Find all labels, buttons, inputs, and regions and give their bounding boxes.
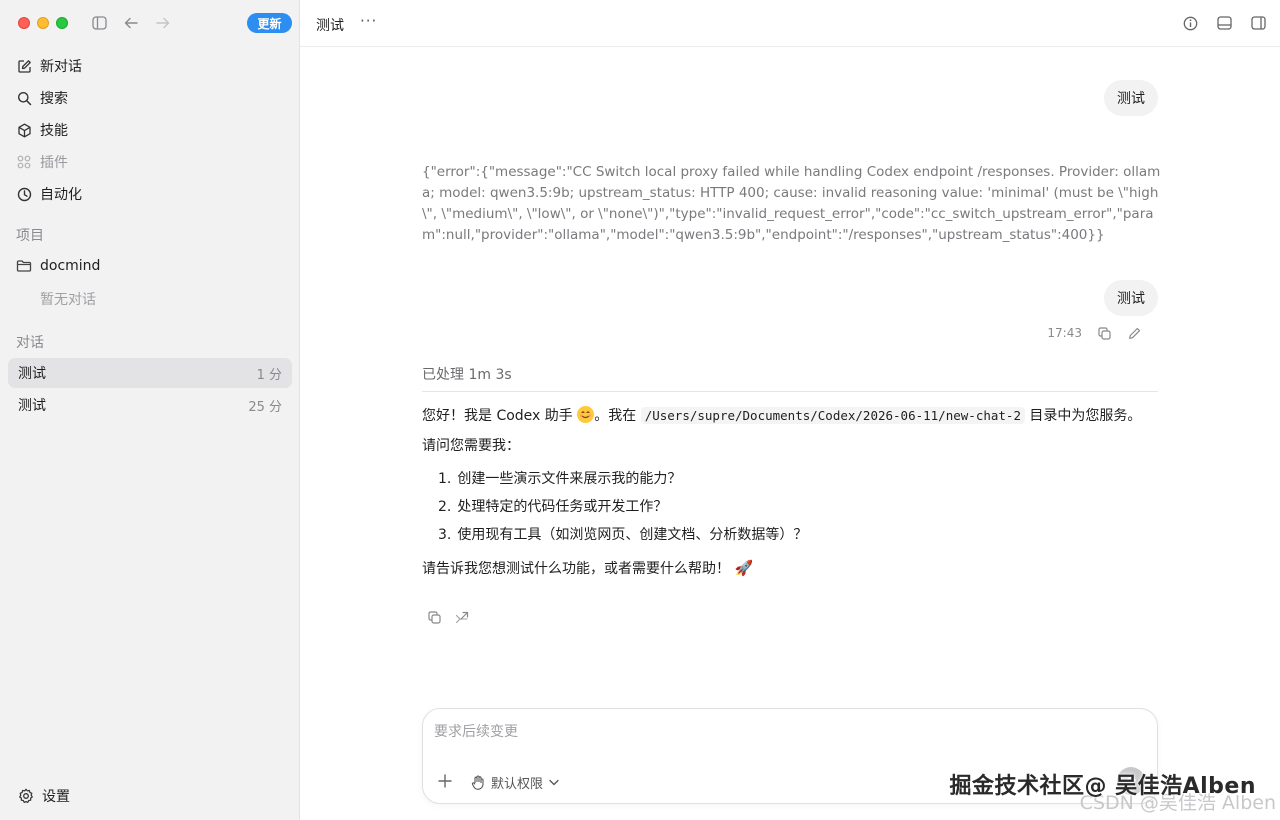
- copy-icon[interactable]: [1096, 325, 1112, 341]
- reply-list: 1. 创建一些演示文件来展示我的能力？ 2. 处理特定的代码任务或开发工作？ 3. 使…: [422, 465, 1158, 549]
- project-docmind[interactable]: docmind: [16, 256, 100, 276]
- user-message-bubble: 测试: [1104, 280, 1158, 316]
- list-number: 1.: [438, 471, 452, 487]
- close-window-button[interactable]: [18, 17, 30, 29]
- back-arrow-icon[interactable]: [122, 14, 140, 32]
- project-empty-note: 暂无对话: [40, 292, 96, 308]
- cube-icon: [16, 122, 32, 138]
- reply-text: 您好！我是 Codex 助手: [422, 408, 578, 424]
- main-panel: 测试 ··· 测试 {"error":{"message":"CC Switch…: [300, 0, 1280, 820]
- settings-button[interactable]: 设置: [18, 786, 70, 806]
- info-icon[interactable]: [1182, 15, 1198, 31]
- permission-selector[interactable]: 默认权限: [471, 773, 559, 792]
- divider: [422, 391, 1158, 392]
- message-time: 17:43: [1047, 326, 1082, 340]
- conversation-time: 1 分: [256, 367, 282, 383]
- list-text: 使用现有工具（如浏览网页、创建文档、分析数据等）？: [457, 527, 808, 543]
- share-icon[interactable]: [454, 609, 470, 625]
- watermark-primary: 掘金技术社区@ 吴佳浩Alben: [949, 774, 1256, 799]
- nav-skills[interactable]: 技能: [8, 114, 292, 146]
- message-meta: 17:43: [1047, 325, 1142, 341]
- search-icon: [16, 90, 32, 106]
- terminal-panel-icon[interactable]: [1216, 15, 1232, 31]
- list-text: 创建一些演示文件来展示我的能力？: [457, 471, 682, 487]
- nav-label: 插件: [40, 155, 68, 171]
- nav-label: 新对话: [40, 59, 82, 75]
- update-button[interactable]: 更新: [247, 13, 292, 33]
- conversation-title: 测试: [18, 398, 46, 414]
- conversation-title: 测试: [18, 366, 46, 382]
- list-text: 处理特定的代码任务或开发工作？: [457, 499, 668, 515]
- path-code: /Users/supre/Documents/Codex/2026-06-11/…: [640, 407, 1025, 424]
- reply-ask: 请问您需要我：: [422, 438, 520, 454]
- nav-automation[interactable]: 自动化: [8, 178, 292, 210]
- header: 测试 ···: [300, 0, 1280, 47]
- grid-icon: [16, 154, 32, 170]
- project-name: docmind: [40, 258, 101, 274]
- conversation-item[interactable]: 测试 1 分: [8, 358, 292, 388]
- nav-search[interactable]: 搜索: [8, 82, 292, 114]
- side-panel-icon[interactable]: [1250, 15, 1266, 31]
- edit-icon[interactable]: [1126, 325, 1142, 341]
- gear-icon: [18, 788, 34, 804]
- rocket-emoji-icon: 🚀: [734, 559, 754, 577]
- header-actions: [1182, 15, 1266, 31]
- reply-actions: [426, 609, 470, 625]
- reply-text: 目录中为您服务。: [1024, 408, 1142, 424]
- page-title: 测试: [316, 18, 344, 34]
- conversation-item[interactable]: 测试 25 分: [8, 390, 292, 420]
- minimize-window-button[interactable]: [37, 17, 49, 29]
- conversation-time: 25 分: [248, 399, 282, 415]
- list-number: 3.: [438, 527, 452, 543]
- more-options-button[interactable]: ···: [360, 12, 377, 30]
- reply-closing: 请告诉我您想测试什么功能，或者需要什么帮助！ 🚀: [422, 557, 1158, 580]
- projects-section-label: 项目: [16, 228, 44, 244]
- nav-label: 技能: [40, 123, 68, 139]
- list-item: 2. 处理特定的代码任务或开发工作？: [438, 493, 1158, 521]
- sidebar-toggle-icon[interactable]: [90, 14, 108, 32]
- reply-text: 。我在: [594, 408, 641, 424]
- nav-label: 自动化: [40, 187, 82, 203]
- forward-arrow-icon[interactable]: [154, 14, 172, 32]
- nav-label: 搜索: [40, 91, 68, 107]
- nav-plugins[interactable]: 插件: [8, 146, 292, 178]
- permission-label: 默认权限: [491, 777, 544, 792]
- sidebar-nav: 新对话 搜索 技能 插件 自动化: [8, 50, 292, 210]
- hand-icon: [471, 775, 485, 790]
- settings-label: 设置: [42, 789, 70, 805]
- chevron-down-icon: [549, 779, 559, 786]
- list-item: 3. 使用现有工具（如浏览网页、创建文档、分析数据等）？: [438, 521, 1158, 549]
- clock-icon: [16, 186, 32, 202]
- folder-icon: [16, 258, 32, 274]
- user-message-bubble: 测试: [1104, 80, 1158, 116]
- list-number: 2.: [438, 499, 452, 515]
- window-controls: [18, 17, 68, 29]
- sidebar: 更新 新对话 搜索 技能 插件 自动化 项目 docmind 暂无对话 对话 测…: [0, 0, 300, 820]
- smile-emoji-icon: [577, 406, 595, 423]
- processing-status[interactable]: 已处理 1m 3s: [422, 364, 512, 384]
- reply-text: 请告诉我您想测试什么功能，或者需要什么帮助！: [422, 561, 730, 577]
- conversations-section-label: 对话: [16, 335, 44, 351]
- maximize-window-button[interactable]: [56, 17, 68, 29]
- message-input[interactable]: [434, 721, 1134, 745]
- list-item: 1. 创建一些演示文件来展示我的能力？: [438, 465, 1158, 493]
- sidebar-toolbar: [90, 14, 172, 32]
- assistant-reply: 您好！我是 Codex 助手 。我在 /Users/supre/Document…: [422, 405, 1158, 588]
- reply-intro: 您好！我是 Codex 助手 。我在 /Users/supre/Document…: [422, 405, 1158, 427]
- nav-new-chat[interactable]: 新对话: [8, 50, 292, 82]
- error-message: {"error":{"message":"CC Switch local pro…: [422, 164, 1161, 243]
- copy-icon[interactable]: [426, 609, 442, 625]
- compose-icon: [16, 58, 32, 74]
- plus-icon[interactable]: [437, 773, 453, 789]
